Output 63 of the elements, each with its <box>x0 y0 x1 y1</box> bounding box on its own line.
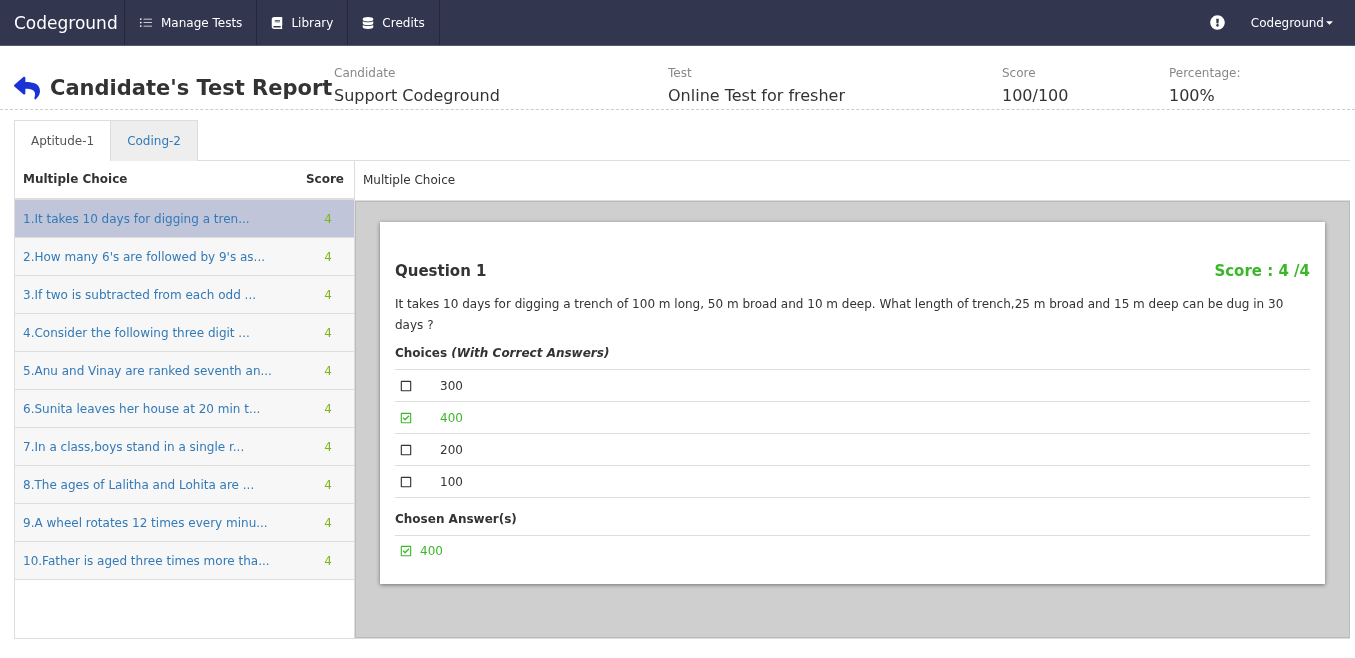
question-text: It takes 10 days for digging a trench of 100 m long, 50 m broad and 10 m deep. What length of trench,25 m broad and 15 m deep can be dug in 30 days ? <box>395 296 1285 334</box>
nav-link[interactable]: Library <box>257 0 349 45</box>
question-score: 4 <box>324 211 332 226</box>
question-score: 4 <box>324 363 332 378</box>
page-title: Candidate's Test Report <box>50 76 333 100</box>
choice-text: 100 <box>440 474 463 489</box>
field-label: Percentage: <box>1169 66 1242 80</box>
question-row[interactable]: 4.Consider the following three digit ... 4 <box>15 314 354 352</box>
chosen-answer: 400 <box>420 544 443 558</box>
question-title: 1.It takes 10 days for digging a tren... <box>23 211 250 226</box>
question-row[interactable]: 6.Sunita leaves her house at 20 min t... 4 <box>15 390 354 428</box>
question-score: 4 <box>324 287 332 302</box>
question-score: 4 <box>324 249 332 264</box>
question-row[interactable]: 10.Father is aged three times more tha... 4 <box>15 542 354 580</box>
question-row[interactable]: 8.The ages of Lalitha and Lohita are ... 4 <box>15 466 354 504</box>
alert-icon[interactable] <box>1209 15 1225 30</box>
nav-link[interactable]: Credits <box>348 0 440 45</box>
field-value: Support Codeground <box>334 86 501 105</box>
question-title: 7.In a class,boys stand in a single r... <box>23 439 245 454</box>
question-row[interactable]: 7.In a class,boys stand in a single r... 4 <box>15 428 354 466</box>
question-title: 9.A wheel rotates 12 times every minu... <box>23 515 268 530</box>
question-score: Score : 4 /4 <box>1214 262 1310 280</box>
nav-link[interactable]: Manage Tests <box>125 0 258 45</box>
question-score: 4 <box>324 439 332 454</box>
user-menu[interactable]: Codeground <box>1250 15 1335 30</box>
book-icon <box>271 16 284 29</box>
column-heading: Multiple Choice <box>23 172 128 186</box>
field-value: Online Test for fresher <box>668 86 846 105</box>
question-title: 5.Anu and Vinay are ranked seventh an... <box>23 363 272 378</box>
question-title: 8.The ages of Lalitha and Lohita are ... <box>23 477 255 492</box>
question-row[interactable]: 5.Anu and Vinay are ranked seventh an... 4 <box>15 352 354 390</box>
field-label: Candidate <box>334 66 397 80</box>
question-score: 4 <box>324 477 332 492</box>
brand-logo[interactable]: Codeground <box>0 0 125 45</box>
field-value: 100/100 <box>1002 86 1070 105</box>
back-icon[interactable] <box>14 75 40 101</box>
question-row[interactable]: 1.It takes 10 days for digging a tren... 4 <box>15 200 354 238</box>
field-label: Test <box>668 66 693 80</box>
choice-text: 400 <box>440 410 463 425</box>
question-score: 4 <box>324 553 332 568</box>
question-score: 4 <box>324 325 332 340</box>
question-score: 4 <box>324 401 332 416</box>
question-row[interactable]: 3.If two is subtracted from each odd ... 4 <box>15 276 354 314</box>
database-icon <box>362 16 375 29</box>
section-tab[interactable]: Aptitude-1 <box>14 120 112 161</box>
question-row[interactable]: 2.How many 6's are followed by 9's as... 4 <box>15 238 354 276</box>
question-title: 3.If two is subtracted from each odd ... <box>23 287 256 302</box>
section-tab[interactable]: Coding-2 <box>111 120 198 161</box>
chosen-heading: Chosen Answer(s) <box>395 512 1310 536</box>
choices-heading: Choices (With Correct Answers) <box>395 346 1310 370</box>
question-row[interactable]: 9.A wheel rotates 12 times every minu... 4 <box>15 504 354 542</box>
question-heading: Question 1 <box>395 262 487 280</box>
field-value: 100% <box>1169 86 1216 105</box>
question-title: 4.Consider the following three digit ... <box>23 325 250 340</box>
list-icon <box>139 15 153 30</box>
question-title: 2.How many 6's are followed by 9's as... <box>23 249 265 264</box>
choice-text: 300 <box>440 378 463 393</box>
column-heading: Score <box>305 172 344 186</box>
field-label: Score <box>1002 66 1037 80</box>
choice-text: 200 <box>440 442 463 457</box>
question-title: 10.Father is aged three times more tha... <box>23 553 270 568</box>
question-title: 6.Sunita leaves her house at 20 min t... <box>23 401 261 416</box>
question-score: 4 <box>324 515 332 530</box>
